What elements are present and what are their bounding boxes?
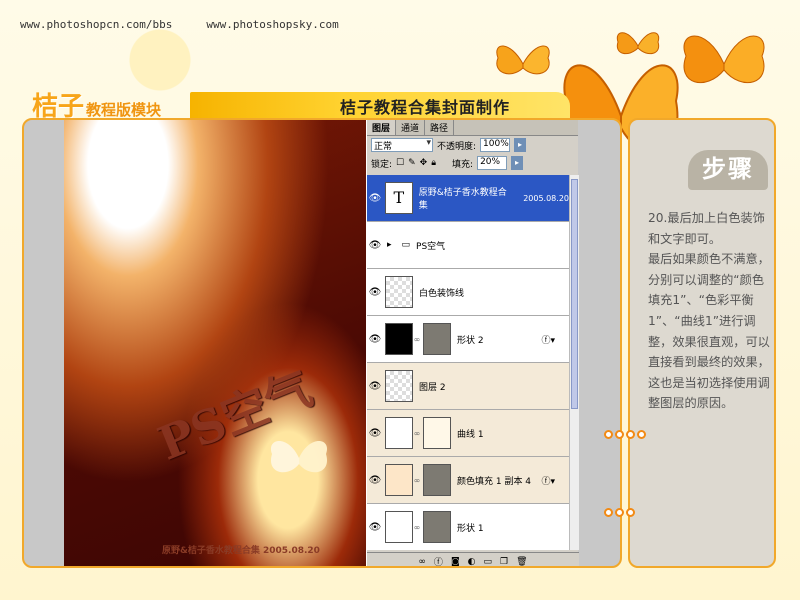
artwork-footer: 原野&桔子香水教程合集 2005.08.20 <box>162 546 320 556</box>
layer-thumb <box>385 370 413 402</box>
eye-icon[interactable]: 👁︎ <box>367 428 383 439</box>
tab-paths[interactable]: 路径 <box>425 120 455 135</box>
butterfly-icon <box>270 441 328 473</box>
layer-name: 曲线 1 <box>457 429 484 440</box>
layer-name: 形状 2 <box>457 335 484 346</box>
layer-scrollbar[interactable] <box>569 175 579 550</box>
curves-adjustment-thumb <box>385 417 413 449</box>
layer-row[interactable]: 👁︎ ∞ 颜色填充 1 副本 4 ⓕ▾ <box>367 457 569 504</box>
layer-name: 形状 1 <box>457 523 484 534</box>
layer-mask-thumb <box>423 417 451 449</box>
eye-icon[interactable]: 👁︎ <box>367 522 383 533</box>
new-layer-icon[interactable]: ❐ <box>500 557 508 567</box>
lock-row: 锁定: ☐ ✎ ✥ 🔒︎ 填充: 20% ▸ <box>367 154 578 172</box>
folder-icon[interactable]: ▭ <box>484 557 493 567</box>
scroll-thumb[interactable] <box>571 179 578 409</box>
brand-subtitle: 教程版模块 <box>86 101 162 119</box>
chain-icon: ∞ <box>413 522 421 532</box>
lock-brush-icon[interactable]: ✎ <box>408 158 416 168</box>
url-photoshopcn[interactable]: www.photoshopcn.com/bbs <box>20 18 172 31</box>
layer-list: 👁︎ T 原野&桔子香水教程合集 2005.08.20 👁︎ ▸ ▭ PS空气 … <box>367 175 569 550</box>
tab-channels[interactable]: 通道 <box>396 120 426 135</box>
main-frame: PS空气 原野&桔子香水教程合集 2005.08.20 图层 通道 路径 正常 … <box>22 118 622 568</box>
layer-date: 2005.08.20 <box>523 193 569 203</box>
blend-row: 正常 不透明度: 100% ▸ <box>367 136 578 154</box>
lock-move-icon[interactable]: ✥ <box>420 158 428 168</box>
layer-row[interactable]: 👁︎ ∞ 形状 2 ⓕ▾ <box>367 316 569 363</box>
artwork-preview: PS空气 原野&桔子香水教程合集 2005.08.20 <box>64 120 384 566</box>
fx-icon[interactable]: ⓕ▾ <box>541 333 555 346</box>
fill-input[interactable]: 20% <box>477 156 508 170</box>
lock-label: 锁定: <box>371 159 393 170</box>
chain-icon: ∞ <box>413 334 421 344</box>
vector-mask-thumb <box>423 511 451 543</box>
layer-name: 白色装饰线 <box>419 288 465 299</box>
step-paragraph-1: 20.最后加上白色装饰和文字即可。 <box>648 211 765 246</box>
eye-icon[interactable]: 👁︎ <box>367 287 383 298</box>
step-badge: 步骤 <box>688 150 768 190</box>
eye-icon[interactable]: 👁︎ <box>367 334 383 345</box>
chain-icon: ∞ <box>413 428 421 438</box>
panel-tabs: 图层 通道 路径 <box>367 120 578 136</box>
opacity-input[interactable]: 100% <box>480 138 511 152</box>
tab-layers[interactable]: 图层 <box>367 120 397 135</box>
layer-row[interactable]: 👁︎ 图层 2 <box>367 363 569 410</box>
adjustment-icon[interactable]: ◐ <box>468 557 476 567</box>
layer-name: 图层 2 <box>419 382 446 393</box>
panel-footer: ∞ ⓕ ◙ ◐ ▭ ❐ 🗑︎ <box>367 552 579 567</box>
title-band: 桔子教程合集封面制作 <box>190 92 570 118</box>
layer-group-row[interactable]: 👁︎ ▸ ▭ PS空气 <box>367 222 569 269</box>
layer-thumb <box>385 276 413 308</box>
eye-icon[interactable]: 👁︎ <box>367 381 383 392</box>
decorative-dots <box>604 430 646 439</box>
mask-icon[interactable]: ◙ <box>451 557 460 567</box>
trash-icon[interactable]: 🗑︎ <box>516 557 527 567</box>
fill-slider-button[interactable]: ▸ <box>511 156 524 170</box>
link-icon[interactable]: ∞ <box>418 557 426 567</box>
step-description: 20.最后加上白色装饰和文字即可。 最后如果颜色不满意，分别可以调整的“颜色填充… <box>648 208 770 414</box>
opacity-slider-button[interactable]: ▸ <box>514 138 527 152</box>
butterfly-icon <box>683 35 765 84</box>
vector-mask-thumb <box>423 464 451 496</box>
fill-label: 填充: <box>452 159 474 170</box>
layer-name: 原野&桔子香水教程合集 <box>418 188 507 211</box>
url-bar: www.photoshopcn.com/bbs www.photoshopsky… <box>20 18 339 31</box>
eye-icon[interactable]: 👁︎ <box>367 240 383 251</box>
layer-row[interactable]: 👁︎ ∞ 形状 1 <box>367 504 569 550</box>
eye-icon[interactable]: 👁︎ <box>367 475 383 486</box>
fill-adjustment-thumb <box>385 464 413 496</box>
lock-all-icon[interactable]: 🔒︎ <box>431 158 436 168</box>
layer-row[interactable]: 👁︎ ∞ 曲线 1 <box>367 410 569 457</box>
expand-arrow-icon[interactable]: ▸ <box>387 240 392 250</box>
fx-icon[interactable]: ⓕ▾ <box>541 474 555 487</box>
layer-row[interactable]: 👁︎ T 原野&桔子香水教程合集 2005.08.20 <box>367 175 569 222</box>
opacity-label: 不透明度: <box>437 141 477 152</box>
lock-transparent-icon[interactable]: ☐ <box>396 158 404 168</box>
page-title: 桔子教程合集封面制作 <box>339 98 510 117</box>
layer-name: 颜色填充 1 副本 4 <box>457 476 532 487</box>
url-photoshopsky[interactable]: www.photoshopsky.com <box>206 18 338 31</box>
layers-panel: 图层 通道 路径 正常 不透明度: 100% ▸ 锁定: ☐ ✎ ✥ 🔒︎ 填充… <box>366 120 579 567</box>
step-paragraph-2: 最后如果颜色不满意，分别可以调整的“颜色填充1”、“色彩平衡1”、“曲线1”进行… <box>648 252 770 411</box>
folder-icon: ▭ <box>401 240 411 250</box>
layer-name: PS空气 <box>416 241 446 252</box>
butterfly-icon <box>496 45 550 75</box>
text-layer-thumb: T <box>384 182 413 214</box>
chain-icon: ∞ <box>413 475 421 485</box>
decorative-dots <box>604 508 635 517</box>
layer-thumb <box>385 511 413 543</box>
vector-mask-thumb <box>423 323 451 355</box>
eye-icon[interactable]: 👁︎ <box>367 193 383 204</box>
blend-mode-select[interactable]: 正常 <box>371 138 433 152</box>
fx-icon[interactable]: ⓕ <box>434 555 443 566</box>
layer-thumb <box>385 323 413 355</box>
layer-row[interactable]: 👁︎ 白色装饰线 <box>367 269 569 316</box>
